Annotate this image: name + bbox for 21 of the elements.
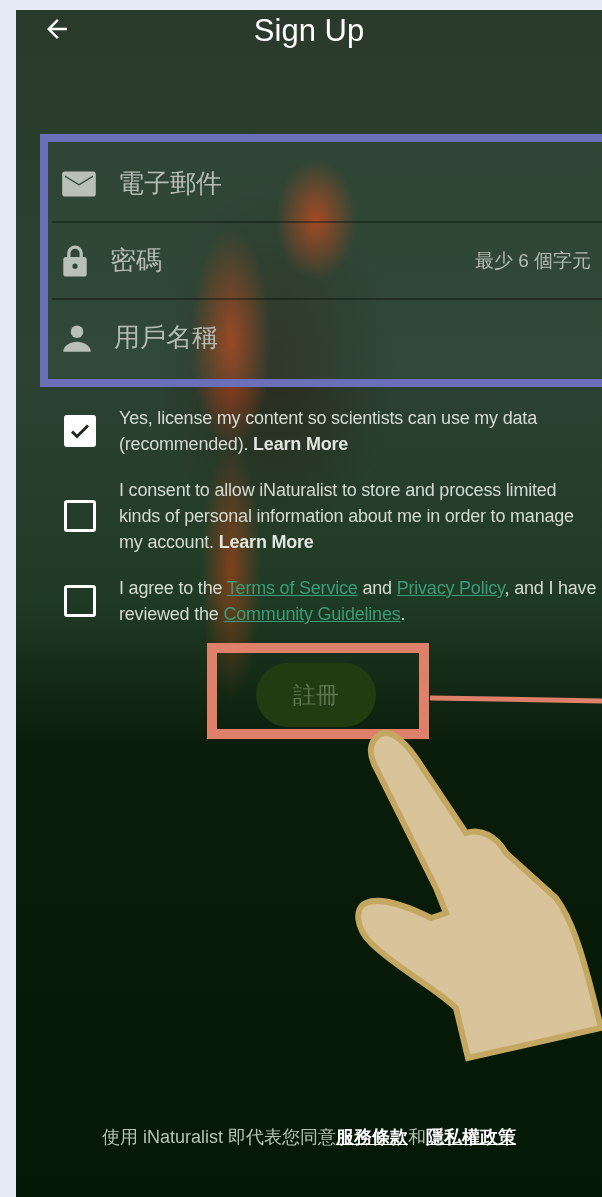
policy-link[interactable]: 服務條款 — [336, 1127, 408, 1147]
policy-link[interactable]: Privacy Policy — [396, 578, 505, 598]
agreement-text: I agree to the Terms of Service and Privacy Policy, and I have reviewed the Community Guidelines. — [119, 577, 597, 626]
learn-more-link[interactable]: Learn More — [253, 434, 349, 454]
terms-notice: 使用 iNaturalist 即代表您同意服務條款和隱私權政策 — [101, 1126, 517, 1149]
envelope-icon — [62, 169, 96, 198]
checkbox[interactable] — [64, 500, 96, 532]
text-field[interactable]: 用戶名稱 — [112, 321, 591, 354]
agreement-text: I consent to allow iNaturalist to store and process limited kinds of personal information about me in order to manage my account. Learn More — [119, 479, 575, 554]
text-field[interactable]: 密碼 — [108, 244, 475, 277]
policy-link[interactable]: Terms of Service — [226, 578, 358, 598]
screen-title: Sign Up — [253, 13, 365, 49]
text-field[interactable]: 電子郵件 — [116, 167, 591, 200]
policy-link[interactable]: Community Guidelines — [223, 604, 401, 624]
checkbox[interactable] — [64, 585, 96, 617]
lock-icon — [62, 243, 88, 278]
field-hint: 最少 6 個字元 — [474, 248, 591, 273]
learn-more-link[interactable]: Learn More — [218, 532, 314, 552]
policy-link[interactable]: 隱私權政策 — [426, 1127, 516, 1147]
checkbox[interactable] — [64, 415, 96, 447]
agreement-text: Yes, license my content so scientists can use my data (recommended). Learn More — [119, 407, 539, 456]
